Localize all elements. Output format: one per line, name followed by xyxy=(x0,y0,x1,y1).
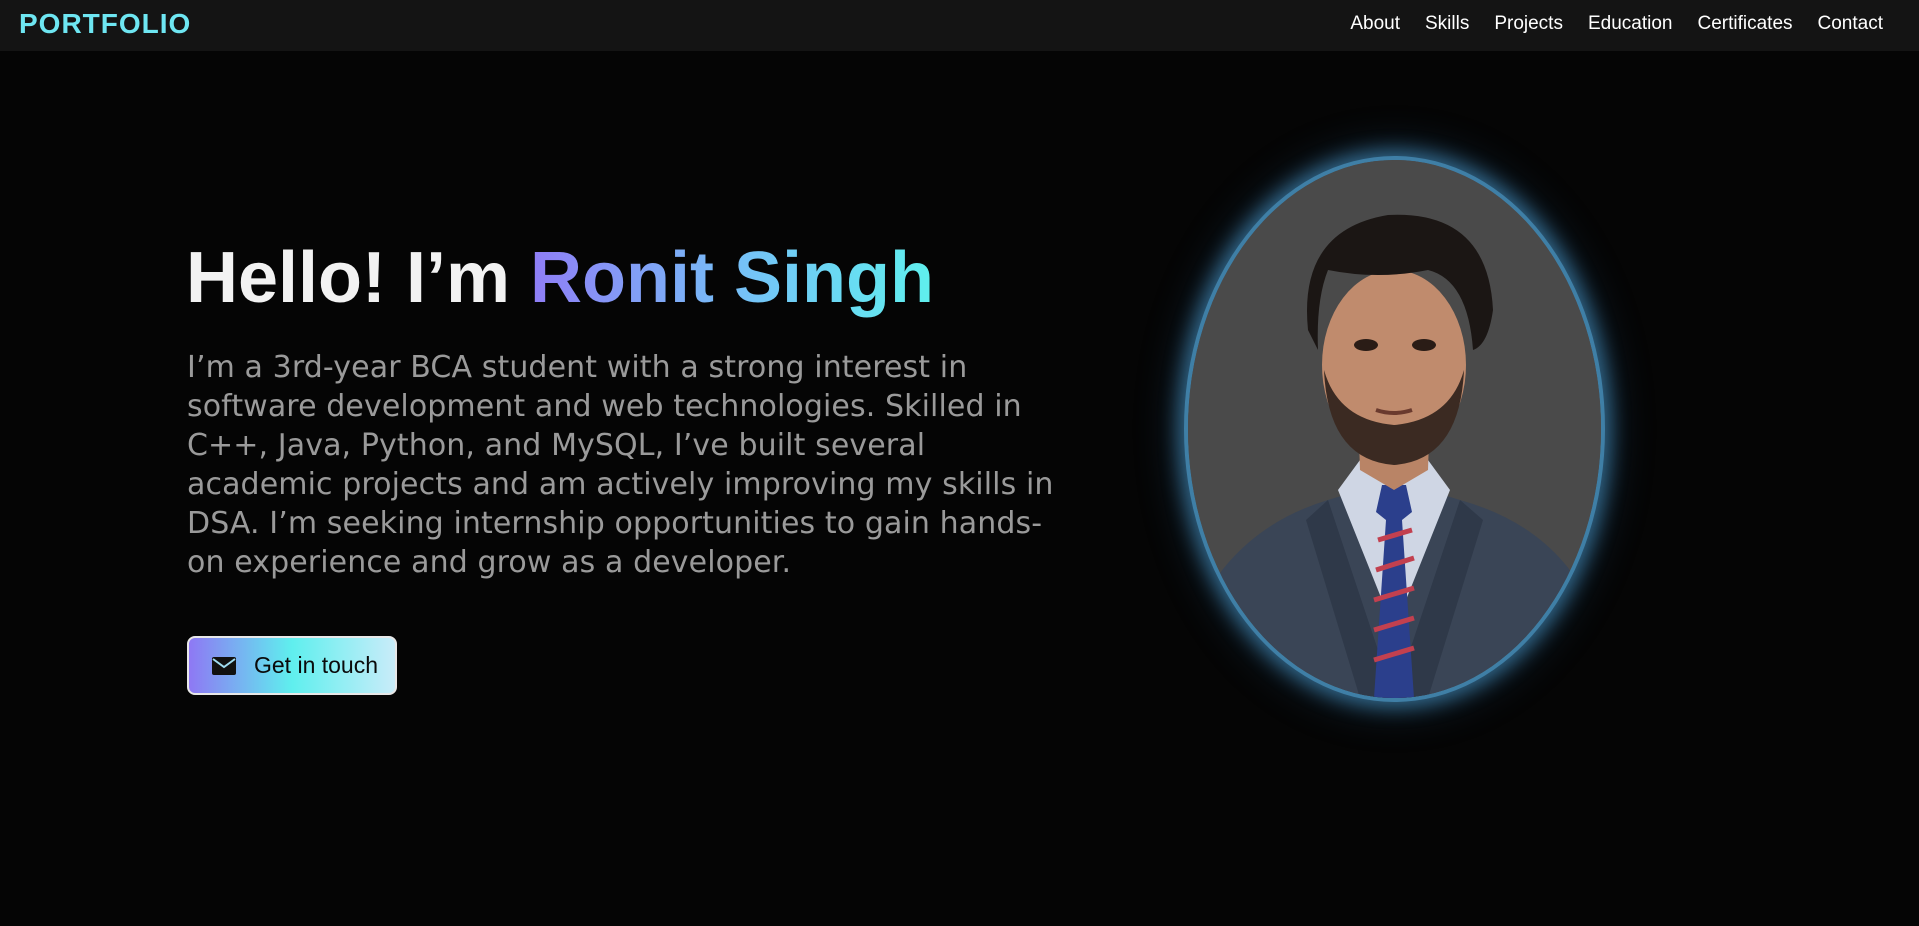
hero-intro: I’m a 3rd-year BCA student with a strong… xyxy=(187,350,1054,580)
nav-link-education[interactable]: Education xyxy=(1588,13,1673,35)
nav-link-skills[interactable]: Skills xyxy=(1425,13,1469,35)
brand-logo[interactable]: PORTFOLIO xyxy=(19,8,191,40)
get-in-touch-button[interactable]: Get in touch xyxy=(187,636,397,695)
nav-link-contact[interactable]: Contact xyxy=(1818,13,1883,35)
hero-name: Ronit Singh xyxy=(530,238,934,318)
nav-link-projects[interactable]: Projects xyxy=(1494,13,1563,35)
hero-greeting: Hello! I’m xyxy=(186,238,531,318)
profile-photo xyxy=(1184,156,1605,702)
nav-link-about[interactable]: About xyxy=(1350,13,1400,35)
envelope-icon xyxy=(212,656,236,675)
get-in-touch-label: Get in touch xyxy=(254,652,379,678)
nav-links: About Skills Projects Education Certific… xyxy=(1350,13,1883,35)
nav-link-certificates[interactable]: Certificates xyxy=(1697,13,1792,35)
navbar: PORTFOLIO About Skills Projects Educatio… xyxy=(0,0,1919,51)
hero-title: Hello! I’m Ronit Singh xyxy=(186,236,934,320)
